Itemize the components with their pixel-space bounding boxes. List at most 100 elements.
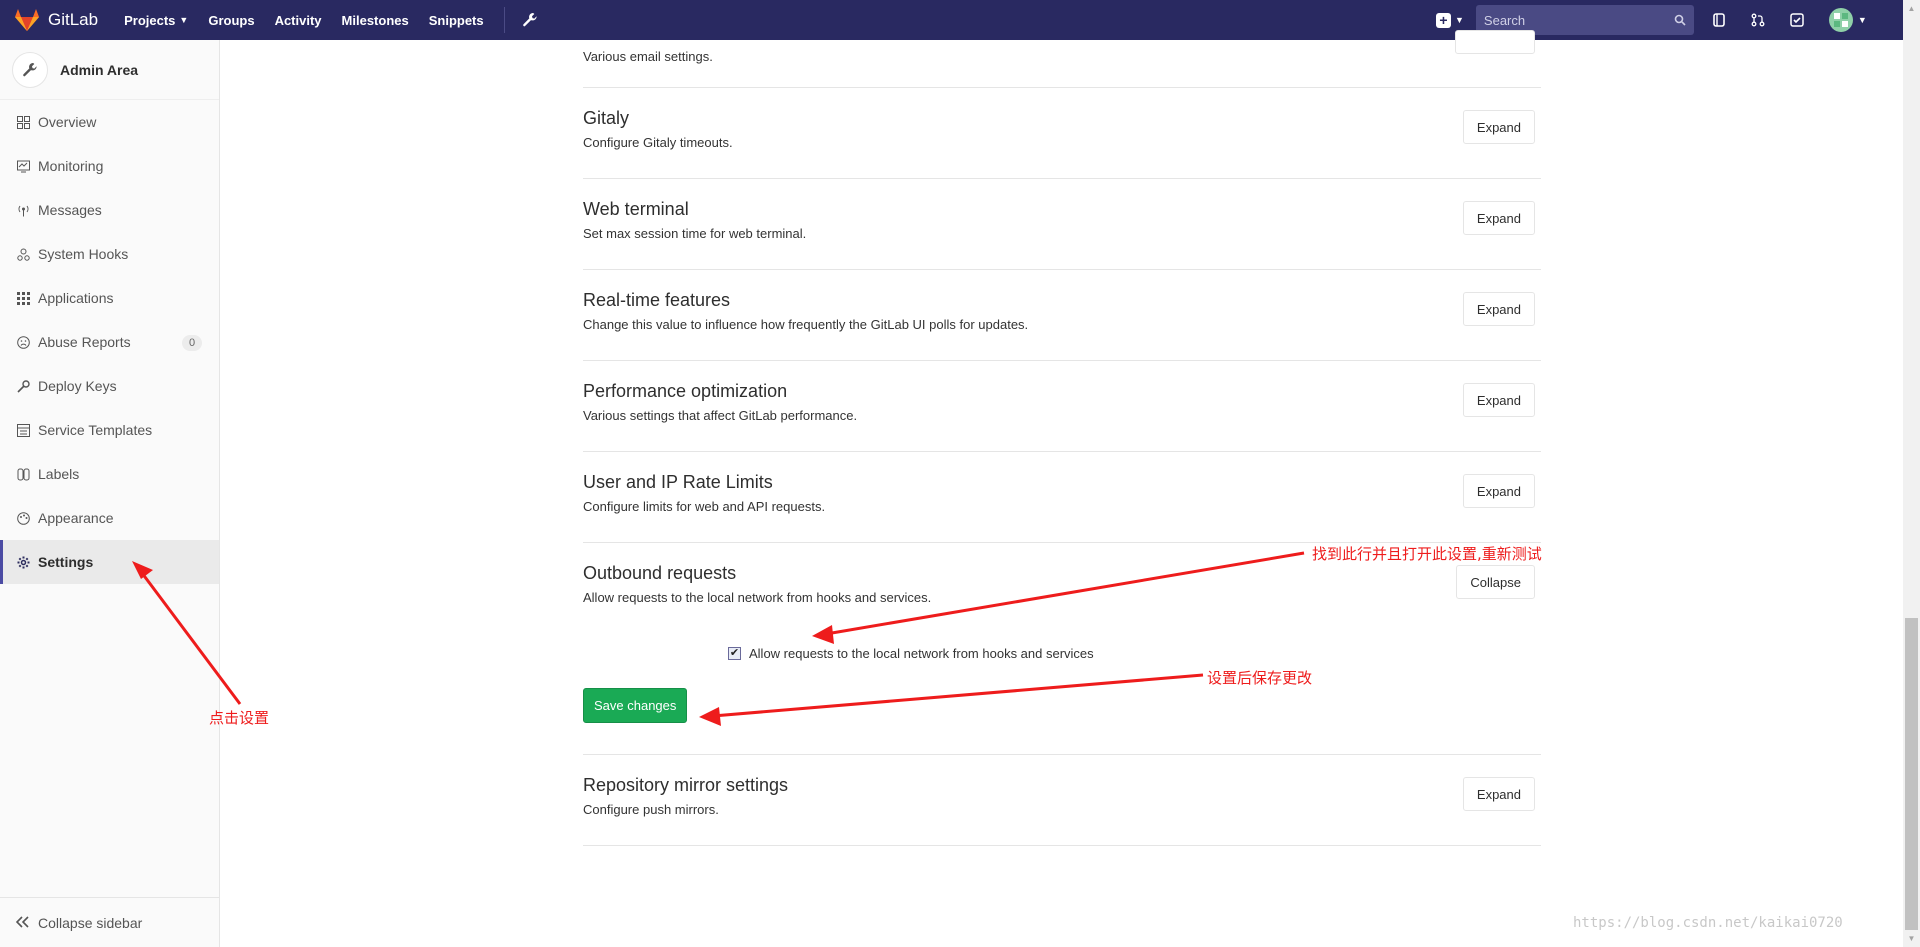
- section-title: Repository mirror settings: [583, 775, 789, 795]
- sidebar-item-label: Abuse Reports: [38, 334, 131, 350]
- sidebar-item-label: Deploy Keys: [38, 378, 117, 394]
- merge-requests-icon[interactable]: [1747, 9, 1769, 31]
- sidebar-item-label: Settings: [38, 554, 94, 570]
- hooks-icon: [16, 247, 30, 261]
- collapse-sidebar-label: Collapse sidebar: [38, 914, 143, 931]
- top-navbar: GitLab Projects ▼ Groups Activity Milest…: [0, 0, 1903, 40]
- nav-milestones[interactable]: Milestones: [342, 13, 409, 28]
- sidebar-item-system-hooks[interactable]: System Hooks: [0, 232, 219, 276]
- sidebar-item-label: Messages: [38, 202, 102, 218]
- wrench-icon: [12, 51, 48, 88]
- key-icon: [16, 379, 30, 393]
- abuse-icon: [16, 335, 30, 349]
- section-title: Real-time features: [583, 290, 731, 310]
- sidebar-item-abuse-reports[interactable]: Abuse Reports 0: [0, 320, 219, 364]
- section-gitaly: Gitaly Configure Gitaly timeouts. Expand: [583, 88, 1541, 179]
- vertical-scrollbar[interactable]: ▲ ▼: [1903, 0, 1920, 947]
- messages-icon: [16, 203, 30, 217]
- section-web-terminal: Web terminal Set max session time for we…: [583, 179, 1541, 270]
- search-icon: [1674, 14, 1686, 26]
- sidebar-title: Admin Area: [60, 61, 139, 78]
- double-chevron-left-icon: [15, 915, 30, 931]
- monitoring-icon: [16, 159, 30, 173]
- appearance-icon: [16, 511, 30, 525]
- section-title: Web terminal: [583, 199, 689, 219]
- annotation-save-after: 设置后保存更改: [1207, 669, 1313, 687]
- save-changes-button[interactable]: Save changes: [583, 688, 688, 723]
- scroll-down-arrow-icon[interactable]: ▼: [1903, 930, 1920, 947]
- expand-button[interactable]: Expand: [1462, 292, 1535, 326]
- abuse-count-badge: 0: [182, 335, 202, 351]
- overview-icon: [16, 115, 30, 129]
- section-description: Change this value to influence how frequ…: [583, 317, 1029, 332]
- checkbox-label: Allow requests to the local network from…: [749, 646, 1094, 661]
- sidebar-item-applications[interactable]: Applications: [0, 276, 219, 320]
- labels-icon: [16, 467, 30, 481]
- section-title: Performance optimization: [583, 381, 788, 401]
- annotation-find-row: 找到此行并且打开此设置,重新测试: [1312, 545, 1542, 563]
- new-item-dropdown[interactable]: + ▼: [1436, 12, 1464, 28]
- section-title: User and IP Rate Limits: [583, 472, 773, 492]
- expand-button[interactable]: Expand: [1462, 474, 1535, 508]
- sidebar-item-monitoring[interactable]: Monitoring: [0, 144, 219, 188]
- applications-icon: [16, 291, 30, 305]
- sidebar-item-service-templates[interactable]: Service Templates: [0, 408, 219, 452]
- sidebar-item-messages[interactable]: Messages: [0, 188, 219, 232]
- section-description: Set max session time for web terminal.: [583, 226, 807, 241]
- admin-wrench-icon[interactable]: [519, 9, 541, 31]
- issues-icon[interactable]: [1708, 9, 1730, 31]
- plus-icon: +: [1436, 12, 1451, 28]
- sidebar-item-label: System Hooks: [38, 246, 129, 262]
- sidebar-item-deploy-keys[interactable]: Deploy Keys: [0, 364, 219, 408]
- nav-divider: [503, 7, 505, 33]
- nav-snippets[interactable]: Snippets: [429, 13, 484, 28]
- gitlab-logo-icon: [15, 9, 39, 31]
- section-description: Configure Gitaly timeouts.: [583, 135, 733, 150]
- scroll-up-arrow-icon[interactable]: ▲: [1903, 0, 1920, 17]
- sidebar-header[interactable]: Admin Area: [0, 40, 219, 100]
- expand-button[interactable]: Expand: [1462, 383, 1535, 417]
- user-avatar[interactable]: [1828, 8, 1853, 32]
- sidebar-item-label: Appearance: [38, 510, 114, 526]
- chevron-down-icon: ▼: [179, 15, 189, 25]
- templates-icon: [16, 423, 30, 437]
- sidebar-item-label: Service Templates: [38, 422, 153, 438]
- chevron-down-icon[interactable]: ▼: [1858, 15, 1867, 25]
- nav-activity[interactable]: Activity: [275, 13, 322, 28]
- gear-icon: [16, 555, 30, 569]
- section-email: Various email settings.: [583, 30, 1541, 88]
- section-title: Gitaly: [583, 108, 630, 128]
- todos-icon[interactable]: [1786, 9, 1808, 31]
- collapse-sidebar-button[interactable]: Collapse sidebar: [0, 897, 219, 947]
- allow-local-requests-checkbox[interactable]: ✔: [728, 647, 741, 660]
- section-description: Various settings that affect GitLab perf…: [583, 408, 858, 423]
- section-description: Configure push mirrors.: [583, 802, 719, 817]
- expand-button[interactable]: Expand: [1462, 201, 1535, 235]
- sidebar-item-appearance[interactable]: Appearance: [0, 496, 219, 540]
- section-realtime: Real-time features Change this value to …: [583, 270, 1541, 361]
- allow-local-requests-option[interactable]: ✔ Allow requests to the local network fr…: [728, 646, 1094, 661]
- section-description: Configure limits for web and API request…: [583, 499, 826, 514]
- brand[interactable]: GitLab: [14, 8, 98, 32]
- section-description: Allow requests to the local network from…: [583, 590, 932, 605]
- search-input[interactable]: [1483, 12, 1674, 28]
- nav-projects[interactable]: Projects ▼: [124, 13, 188, 28]
- section-outbound-requests: Outbound requests Allow requests to the …: [583, 543, 1541, 755]
- email-expand-button[interactable]: [1455, 30, 1535, 54]
- collapse-button[interactable]: Collapse: [1456, 565, 1535, 599]
- annotation-click-settings: 点击设置: [209, 709, 270, 727]
- nav-projects-label: Projects: [124, 12, 176, 28]
- watermark-text: https://blog.csdn.net/kaikai0720: [1573, 915, 1843, 931]
- expand-button[interactable]: Expand: [1462, 110, 1535, 144]
- sidebar-item-settings[interactable]: Settings: [0, 540, 219, 584]
- sidebar-item-label: Overview: [38, 114, 97, 130]
- sidebar-item-labels[interactable]: Labels: [0, 452, 219, 496]
- sidebar-item-overview[interactable]: Overview: [0, 100, 219, 144]
- chevron-down-icon: ▼: [1455, 15, 1464, 25]
- nav-groups[interactable]: Groups: [208, 13, 254, 28]
- scrollbar-thumb[interactable]: [1905, 618, 1918, 930]
- section-title: Outbound requests: [583, 563, 737, 583]
- section-description: Various email settings.: [583, 49, 713, 64]
- section-performance: Performance optimization Various setting…: [583, 361, 1541, 452]
- expand-button[interactable]: Expand: [1462, 777, 1535, 811]
